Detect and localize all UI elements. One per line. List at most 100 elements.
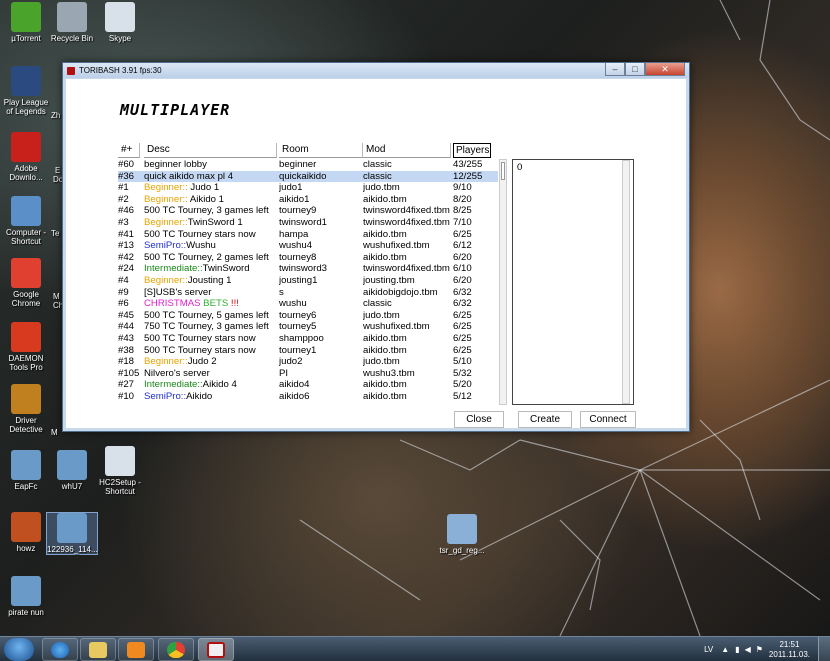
- taskbar-ie[interactable]: [42, 638, 78, 661]
- desktop-icon[interactable]: tsr_gd_reg...: [436, 514, 488, 555]
- desktop-icon[interactable]: Adobe Downlo...: [0, 132, 52, 182]
- server-room: tourney9: [279, 205, 317, 217]
- server-row[interactable]: #18 Beginner::Judo 2 judo2 judo.tbm 5/10: [118, 356, 498, 368]
- server-players: 6/25: [453, 228, 472, 240]
- desktop-icon[interactable]: whU7: [46, 450, 98, 491]
- server-mod: twinsword4fixed.tbm: [363, 205, 450, 217]
- desktop-icon[interactable]: Computer - Shortcut: [0, 196, 52, 246]
- desktop-icon[interactable]: HC2Setup - Shortcut: [94, 446, 146, 496]
- server-row[interactable]: #2 Beginner:: Aikido 1 aikido1 aikido.tbm 8/…: [118, 194, 498, 206]
- server-row[interactable]: #6 CHRISTMAS BETS !!! wushu classic 6/32: [118, 298, 498, 310]
- server-row[interactable]: #43 500 TC Tourney stars now shamppoo aikid…: [118, 333, 498, 345]
- window-titlebar[interactable]: TORIBASH 3.91 fps:30 – □ ✕: [63, 63, 689, 78]
- close-button[interactable]: Close: [454, 411, 504, 428]
- clock[interactable]: 21:51 2011.11.03.: [769, 640, 810, 660]
- server-room: beginner: [279, 159, 317, 170]
- desktop-icon[interactable]: pirate nun: [0, 576, 52, 617]
- server-room: judo2: [279, 356, 303, 368]
- taskbar-chrome[interactable]: [158, 638, 194, 661]
- server-mod: aikido.tbm: [363, 193, 407, 205]
- folder-icon: [89, 641, 107, 658]
- minimize-button[interactable]: –: [605, 63, 625, 76]
- server-row[interactable]: #60 beginner lobby beginner classic 43/255: [118, 159, 498, 171]
- taskbar-toribash[interactable]: [198, 638, 234, 661]
- column-header-desc[interactable]: Desc: [144, 143, 277, 158]
- server-id: #43: [118, 332, 135, 344]
- server-players: 6/32: [453, 286, 472, 298]
- server-row[interactable]: #27 Intermediate::Aikido 4 aikido4 aikido.t…: [118, 379, 498, 391]
- server-row[interactable]: #1 Beginner:: Judo 1 judo1 judo.tbm 9/10: [118, 182, 498, 194]
- desktop-icon[interactable]: µTorrent: [0, 2, 52, 43]
- desktop-icon[interactable]: 122936_114...: [46, 512, 98, 555]
- volume-icon[interactable]: ◀: [745, 645, 751, 654]
- daemon-tools-icon: [11, 322, 41, 352]
- server-id: #6: [118, 298, 129, 310]
- language-indicator[interactable]: LV: [704, 645, 713, 654]
- scrollbar-thumb[interactable]: [501, 162, 505, 180]
- connect-button[interactable]: Connect: [580, 411, 636, 428]
- server-row[interactable]: #13 SemiPro::Wushu wushu4 wushufixed.tbm 6/1…: [118, 240, 498, 252]
- server-mod: aikido.tbm: [363, 251, 407, 263]
- server-row[interactable]: #9 [S]USB's server s aikidobigdojo.tbm 6/32: [118, 287, 498, 299]
- server-row[interactable]: #3 Beginner::TwinSword 1 twinsword1 twinswo…: [118, 217, 498, 229]
- players-panel-scrollbar[interactable]: [622, 160, 630, 404]
- desktop-icon[interactable]: Play League of Legends: [0, 66, 52, 116]
- server-id: #42: [118, 251, 135, 263]
- server-row[interactable]: #24 Intermediate::TwinSword twinsword3 twin…: [118, 263, 498, 275]
- desktop-icon[interactable]: howz: [0, 512, 52, 553]
- action-center-icon[interactable]: ⚑: [756, 645, 763, 654]
- desktop-icon-label: DAEMON Tools Pro: [8, 354, 44, 372]
- server-players: 6/25: [453, 332, 472, 344]
- desktop-icon[interactable]: EapFc: [0, 450, 52, 491]
- server-id: #36: [118, 170, 135, 182]
- server-desc: Beginner:: Judo 1: [144, 182, 220, 194]
- desktop-icon[interactable]: Driver Detective: [0, 384, 52, 434]
- desktop-icon-label: HC2Setup - Shortcut: [99, 478, 141, 496]
- server-row[interactable]: #10 SemiPro::Aikido aikido6 aikido.tbm 5/12: [118, 391, 498, 403]
- server-list: #60 beginner lobby beginner classic 43/255 #3…: [118, 159, 498, 405]
- server-row[interactable]: #41 500 TC Tourney stars now hampa aikido.t…: [118, 229, 498, 241]
- server-players: 6/25: [453, 321, 472, 333]
- desktop-icon[interactable]: Google Chrome: [0, 258, 52, 308]
- server-desc: [S]USB's server: [144, 286, 212, 298]
- skype-icon: [105, 2, 135, 32]
- clock-date: 2011.11.03.: [768, 649, 810, 659]
- desktop-icon-label: Skype: [108, 34, 132, 43]
- network-icon[interactable]: ▮: [735, 645, 739, 654]
- server-players: 5/12: [453, 390, 472, 402]
- server-row[interactable]: #36 quick aikido max pl 4 quickaikido class…: [118, 170, 498, 183]
- server-mod: twinsword4fixed.tbm: [363, 216, 450, 228]
- column-header-room[interactable]: Room: [279, 143, 363, 158]
- window-title: TORIBASH 3.91 fps:30: [79, 66, 162, 75]
- column-header-players[interactable]: Players: [453, 143, 491, 158]
- desktop-icon[interactable]: Recycle Bin: [46, 2, 98, 43]
- server-row[interactable]: #105 Nilvero's server PI wushu3.tbm 5/32: [118, 368, 498, 380]
- desktop-icon-label: whU7: [61, 482, 83, 491]
- taskbar-explorer[interactable]: [80, 638, 116, 661]
- server-id: #41: [118, 228, 135, 240]
- maximize-button[interactable]: □: [625, 63, 645, 76]
- server-mod: wushu3.tbm: [363, 367, 415, 379]
- column-header-num[interactable]: #+: [118, 143, 140, 158]
- show-desktop-button[interactable]: [818, 637, 830, 661]
- window-close-button[interactable]: ✕: [645, 63, 685, 76]
- server-room: twinsword1: [279, 216, 327, 228]
- tray-arrow-icon[interactable]: ▲: [721, 645, 729, 654]
- start-button[interactable]: [4, 638, 34, 661]
- toribash-icon: [207, 641, 225, 658]
- server-list-scrollbar[interactable]: [499, 159, 507, 405]
- window-client: MULTIPLAYER #+ Desc Room Mod Players #60…: [66, 79, 686, 428]
- server-row[interactable]: #46 500 TC Tourney, 3 games left tourney9 t…: [118, 205, 498, 217]
- server-row[interactable]: #44 750 TC Tourney, 3 games left tourney5 w…: [118, 321, 498, 333]
- server-row[interactable]: #4 Beginner::Jousting 1 jousting1 jousting.…: [118, 275, 498, 287]
- partial-label: M: [53, 292, 60, 301]
- server-row[interactable]: #45 500 TC Tourney, 5 games left tourney6 j…: [118, 310, 498, 322]
- taskbar-media-player[interactable]: [118, 638, 154, 661]
- create-button[interactable]: Create: [518, 411, 572, 428]
- server-row[interactable]: #42 500 TC Tourney, 2 games left tourney8 a…: [118, 252, 498, 264]
- server-players: 5/32: [453, 367, 472, 379]
- column-header-mod[interactable]: Mod: [363, 143, 451, 158]
- desktop-icon[interactable]: Skype: [94, 2, 146, 43]
- server-row[interactable]: #38 500 TC Tourney stars now tourney1 aikid…: [118, 345, 498, 357]
- desktop-icon[interactable]: DAEMON Tools Pro: [0, 322, 52, 372]
